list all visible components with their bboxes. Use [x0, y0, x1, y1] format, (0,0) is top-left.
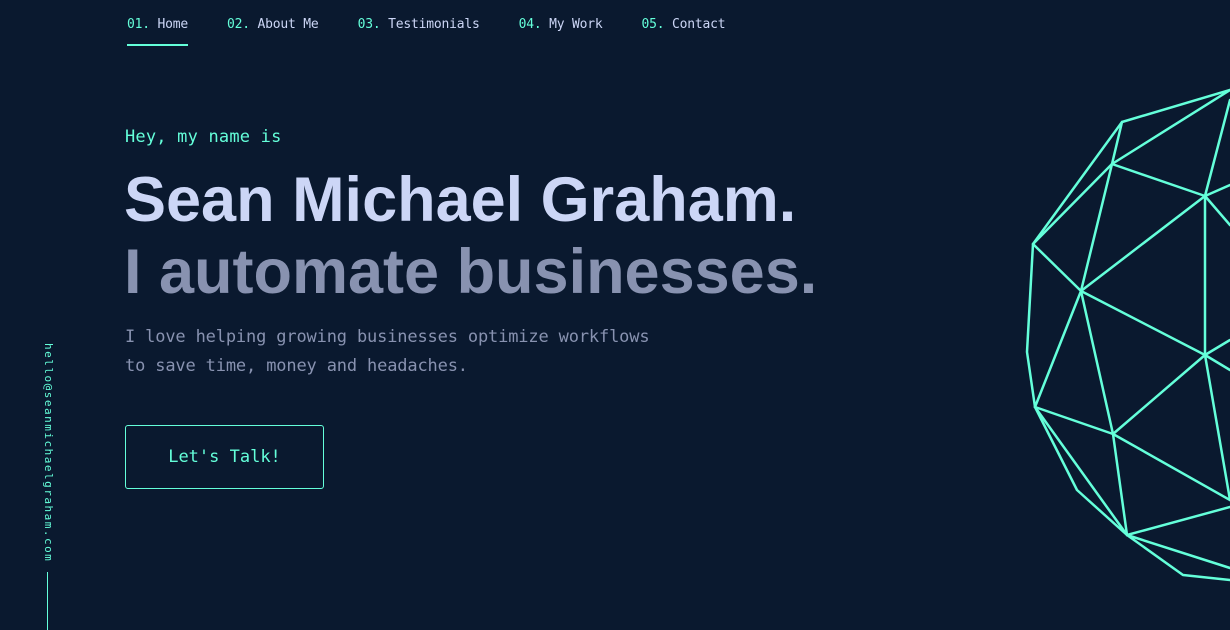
nav-item-label: My Work — [549, 17, 603, 32]
nav-item-label: Testimonials — [388, 17, 480, 32]
lets-talk-button[interactable]: Let's Talk! — [125, 425, 324, 489]
nav-item-number: 04. — [518, 17, 550, 32]
nav-item-number: 02. — [227, 17, 258, 32]
page: 01. Home 02. About Me 03. Testimonials 0… — [0, 0, 1230, 630]
nav-item-contact[interactable]: 05. Contact — [642, 0, 726, 46]
nav-item-number: 05. — [641, 17, 673, 32]
side-email-link[interactable]: hello@seanmichaelgraham.com — [42, 343, 55, 562]
nav-item-number: 01. — [127, 17, 158, 32]
nav-item-label: Contact — [672, 17, 726, 32]
nav-item-label: Home — [157, 17, 189, 32]
hero-description-line: to save time, money and headaches. — [125, 355, 468, 376]
nav-item-testimonials[interactable]: 03. Testimonials — [358, 0, 480, 46]
hero-description-line: I love helping growing businesses optimi… — [125, 327, 650, 347]
top-nav: 01. Home 02. About Me 03. Testimonials 0… — [127, 0, 764, 50]
hero-name: Sean Michael Graham. — [124, 165, 797, 235]
nav-item-my-work[interactable]: 04. My Work — [519, 0, 603, 46]
hero-tagline: I automate businesses. — [124, 237, 818, 307]
nav-item-home[interactable]: 01. Home — [127, 0, 188, 46]
nav-item-about-me[interactable]: 02. About Me — [227, 0, 319, 46]
side-email-divider — [47, 572, 48, 630]
hero-description: I love helping growing businesses optimi… — [125, 323, 725, 380]
hero-greeting: Hey, my name is — [125, 127, 282, 147]
nav-item-number: 03. — [357, 17, 389, 32]
nav-item-label: About Me — [257, 17, 319, 32]
geodesic-sphere-icon — [1025, 88, 1230, 582]
